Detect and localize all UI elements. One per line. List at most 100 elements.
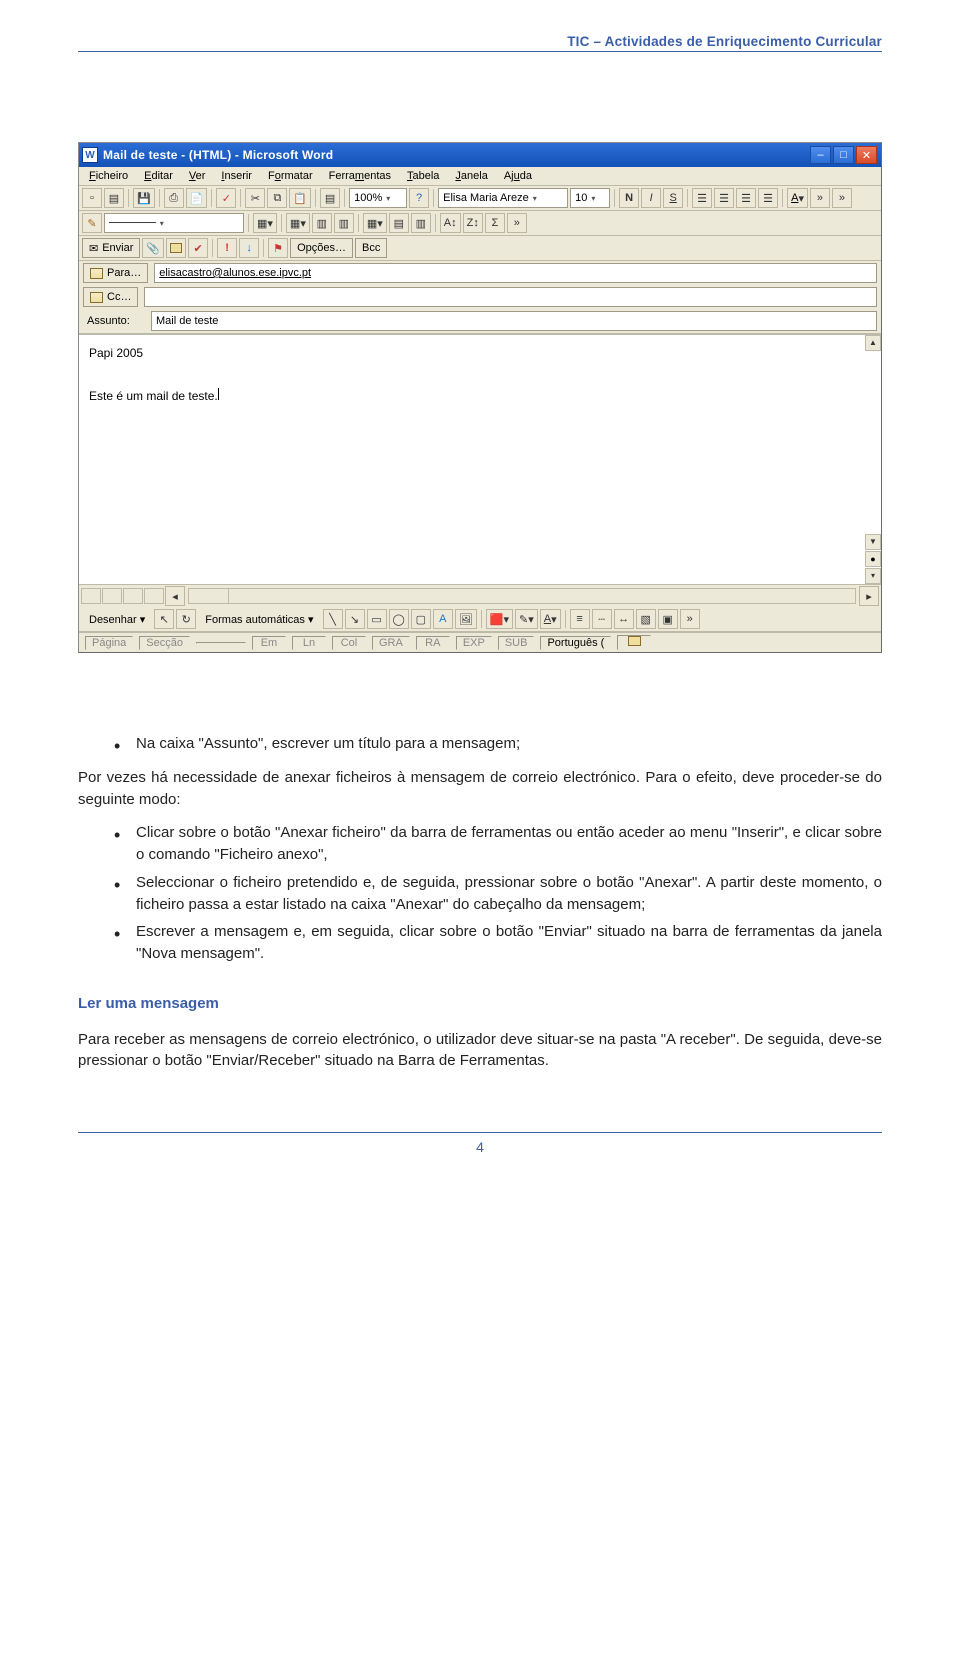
paste-icon[interactable]: 📋 bbox=[289, 188, 311, 208]
web-layout-view-icon[interactable] bbox=[102, 588, 122, 604]
print-layout-view-icon[interactable] bbox=[123, 588, 143, 604]
help-icon[interactable]: ? bbox=[409, 188, 429, 208]
scroll-up-button[interactable]: ▲ bbox=[865, 335, 881, 351]
more-buttons-icon[interactable]: » bbox=[810, 188, 830, 208]
save-icon[interactable]: 💾 bbox=[133, 188, 155, 208]
status-book-icon[interactable] bbox=[617, 635, 651, 650]
outline-view-icon[interactable] bbox=[144, 588, 164, 604]
clipart-icon[interactable]: 🖼 bbox=[455, 609, 477, 629]
attach-icon[interactable]: 📎 bbox=[142, 238, 164, 258]
menu-tabela[interactable]: Tabela bbox=[400, 169, 446, 183]
align-right-icon[interactable]: ☰ bbox=[736, 188, 756, 208]
menu-ver[interactable]: Ver bbox=[182, 169, 213, 183]
bullet-item: Clicar sobre o botão "Anexar ficheiro" d… bbox=[114, 822, 882, 866]
more-buttons-icon[interactable]: » bbox=[680, 609, 700, 629]
message-body-editor[interactable]: Papi 2005 Este é um mail de teste. ▲ ▼ ●… bbox=[79, 334, 881, 584]
dash-style-icon[interactable]: ┄ bbox=[592, 609, 612, 629]
font-name-combo[interactable]: Elisa Maria Areze bbox=[438, 188, 568, 208]
align-cells-icon[interactable]: ▦▾ bbox=[363, 213, 387, 233]
line-style-combo[interactable]: ────── bbox=[104, 213, 244, 233]
fill-color-icon[interactable]: 🟥▾ bbox=[486, 609, 513, 629]
underline-button[interactable]: S bbox=[663, 188, 683, 208]
autosum-icon[interactable]: Σ bbox=[485, 213, 505, 233]
flag-icon[interactable]: ⚑ bbox=[268, 238, 288, 258]
para-input[interactable]: elisacastro@alunos.ese.ipvc.pt bbox=[154, 263, 877, 283]
bold-button[interactable]: N bbox=[619, 188, 639, 208]
print-icon[interactable]: ⎙ bbox=[164, 188, 184, 208]
status-language[interactable]: Português ( bbox=[540, 636, 611, 650]
shadow-icon[interactable]: ▧ bbox=[636, 609, 656, 629]
textbox-icon[interactable]: ▢ bbox=[411, 609, 431, 629]
font-color-draw-icon[interactable]: A▾ bbox=[540, 609, 561, 629]
toolbar-options-icon[interactable]: » bbox=[832, 188, 852, 208]
distribute-cols-icon[interactable]: ▥ bbox=[411, 213, 431, 233]
arrow-style-icon[interactable]: ↔ bbox=[614, 609, 634, 629]
hscrollbar[interactable] bbox=[188, 588, 856, 604]
address-book-icon[interactable] bbox=[166, 238, 186, 258]
bcc-button[interactable]: Bcc bbox=[355, 238, 387, 258]
assunto-input[interactable]: Mail de teste bbox=[151, 311, 877, 331]
menu-ajuda[interactable]: Ajuda bbox=[497, 169, 539, 183]
more-buttons-icon[interactable]: » bbox=[507, 213, 527, 233]
line-icon[interactable]: ╲ bbox=[323, 609, 343, 629]
spellcheck-icon[interactable]: ✓ bbox=[216, 188, 236, 208]
sort-desc-icon[interactable]: Z↕ bbox=[463, 213, 483, 233]
copy-icon[interactable]: ⧉ bbox=[267, 188, 287, 208]
scroll-page-down-button[interactable]: ▾ bbox=[865, 568, 881, 584]
three-d-icon[interactable]: ▣ bbox=[658, 609, 678, 629]
menu-ficheiro[interactable]: Ficheiro bbox=[82, 169, 135, 183]
cut-icon[interactable]: ✂ bbox=[245, 188, 265, 208]
hscroll-right-button[interactable]: ▸ bbox=[859, 586, 879, 606]
new-doc-icon[interactable]: ▫ bbox=[82, 188, 102, 208]
close-button[interactable]: ✕ bbox=[856, 146, 877, 164]
align-center-icon[interactable]: ☰ bbox=[714, 188, 734, 208]
oval-icon[interactable]: ◯ bbox=[389, 609, 409, 629]
menu-janela[interactable]: Janela bbox=[448, 169, 494, 183]
merge-cells-icon[interactable]: ▥ bbox=[312, 213, 332, 233]
para-button[interactable]: Para… bbox=[83, 263, 148, 283]
browse-object-button[interactable]: ● bbox=[865, 551, 881, 567]
line-color-icon[interactable]: ✎▾ bbox=[515, 609, 538, 629]
columns-icon[interactable]: ▤ bbox=[320, 188, 340, 208]
print-preview-icon[interactable]: 📄 bbox=[186, 188, 208, 208]
sort-asc-icon[interactable]: A↕ bbox=[440, 213, 461, 233]
menu-formatar[interactable]: Formatar bbox=[261, 169, 320, 183]
rectangle-icon[interactable]: ▭ bbox=[367, 609, 387, 629]
select-objects-icon[interactable]: ↖ bbox=[154, 609, 174, 629]
maximize-button[interactable]: □ bbox=[833, 146, 854, 164]
align-left-icon[interactable]: ☰ bbox=[692, 188, 712, 208]
zoom-combo[interactable]: 100% bbox=[349, 188, 407, 208]
normal-view-icon[interactable] bbox=[81, 588, 101, 604]
check-names-icon[interactable]: ✔ bbox=[188, 238, 208, 258]
open-icon[interactable]: ▤ bbox=[104, 188, 124, 208]
importance-low-icon[interactable]: ↓ bbox=[239, 238, 259, 258]
border-icon[interactable]: ▦▾ bbox=[253, 213, 277, 233]
split-cells-icon[interactable]: ▥ bbox=[334, 213, 354, 233]
cc-button[interactable]: Cc… bbox=[83, 287, 138, 307]
rotate-icon[interactable]: ↻ bbox=[176, 609, 196, 629]
menu-editar[interactable]: Editar bbox=[137, 169, 180, 183]
insert-table-icon[interactable]: ▦▾ bbox=[286, 213, 310, 233]
menu-ferramentas[interactable]: Ferramentas bbox=[322, 169, 398, 183]
scroll-down-button[interactable]: ▼ bbox=[865, 534, 881, 550]
options-button[interactable]: Opções… bbox=[290, 238, 353, 258]
cc-input[interactable] bbox=[144, 287, 877, 307]
align-justify-icon[interactable]: ☰ bbox=[758, 188, 778, 208]
draw-menu[interactable]: Desenhar ▾ bbox=[82, 612, 152, 627]
hscroll-thumb[interactable] bbox=[189, 589, 229, 603]
menu-inserir[interactable]: Inserir bbox=[214, 169, 259, 183]
hscroll-left-button[interactable]: ◂ bbox=[165, 586, 185, 606]
wordart-icon[interactable]: A bbox=[433, 609, 453, 629]
standard-toolbar: ▫ ▤ 💾 ⎙ 📄 ✓ ✂ ⧉ 📋 ▤ 100% ? Elisa Maria A… bbox=[79, 186, 881, 211]
autoshapes-menu[interactable]: Formas automáticas ▾ bbox=[198, 612, 320, 627]
line-style-icon[interactable]: ≡ bbox=[570, 609, 590, 629]
arrow-icon[interactable]: ↘ bbox=[345, 609, 365, 629]
italic-button[interactable]: I bbox=[641, 188, 661, 208]
font-size-combo[interactable]: 10 bbox=[570, 188, 610, 208]
draw-table-icon[interactable]: ✎ bbox=[82, 213, 102, 233]
send-button[interactable]: ✉ Enviar bbox=[82, 238, 140, 258]
distribute-rows-icon[interactable]: ▤ bbox=[389, 213, 409, 233]
font-color-icon[interactable]: A▾ bbox=[787, 188, 808, 208]
importance-high-icon[interactable]: ! bbox=[217, 238, 237, 258]
minimize-button[interactable]: – bbox=[810, 146, 831, 164]
